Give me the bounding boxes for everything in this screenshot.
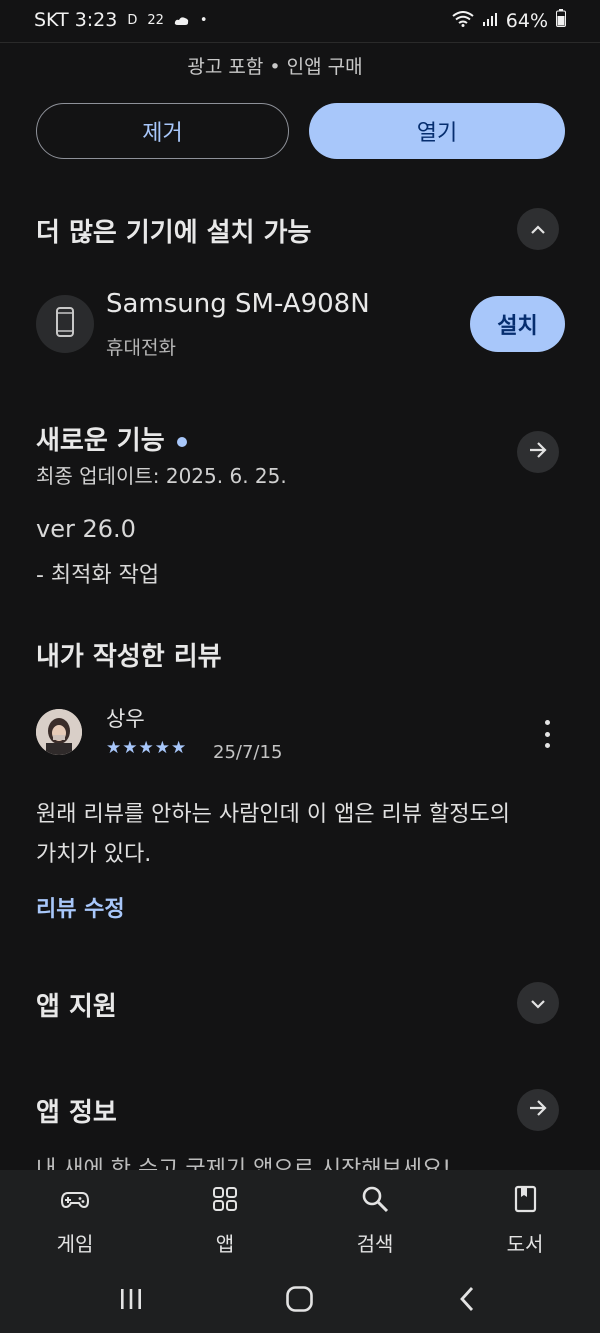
app-support-title: 앱 지원 — [36, 992, 117, 1022]
app-info-preview-text: 내 새에 한 수고 국제기 앱으로 시작해보세요! — [36, 1157, 452, 1170]
open-button[interactable]: 열기 — [309, 103, 565, 159]
indicator-22: 22 — [147, 12, 164, 28]
recent-apps-icon[interactable] — [118, 1287, 144, 1315]
app-info-title: 앱 정보 — [36, 1098, 117, 1128]
app-support-expand-button[interactable] — [517, 982, 559, 1024]
gamepad-icon — [60, 1184, 90, 1214]
last-updated: 최종 업데이트: 2025. 6. 25. — [36, 464, 287, 488]
apps-grid-icon — [210, 1184, 240, 1214]
home-icon[interactable] — [285, 1285, 315, 1317]
app-info-arrow-button[interactable] — [517, 1089, 559, 1131]
whats-new-label: 새로운 기능 — [36, 426, 165, 456]
device-icon-wrapper — [36, 295, 94, 353]
cloud-icon — [174, 9, 190, 31]
new-dot-indicator — [176, 436, 187, 447]
battery-level: 64% — [505, 9, 548, 32]
nav-games-label: 게임 — [56, 1232, 94, 1256]
device-type: 휴대전화 — [106, 337, 176, 359]
devices-section-title: 더 많은 기기에 설치 가능 — [36, 218, 312, 248]
install-button[interactable]: 설치 — [470, 296, 565, 352]
status-left: SKT 3:23 D 22 • — [34, 9, 208, 31]
nav-books[interactable]: 도서 — [450, 1170, 600, 1265]
system-navigation-bar — [0, 1265, 600, 1333]
bottom-navigation: 게임 앱 검색 도서 — [0, 1170, 600, 1265]
nav-search[interactable]: 검색 — [300, 1170, 450, 1265]
more-options-icon[interactable] — [534, 720, 560, 748]
reviewer-name: 상우 — [106, 707, 145, 731]
version-text: ver 26.0 — [36, 515, 136, 543]
collapse-button[interactable] — [517, 208, 559, 250]
arrow-right-icon — [528, 1099, 548, 1121]
whats-new-title: 새로운 기능 — [36, 420, 187, 457]
top-divider — [0, 42, 600, 43]
search-icon — [360, 1184, 390, 1214]
d-indicator: D — [127, 12, 138, 28]
status-right: 64% — [452, 9, 566, 32]
update-note: - 최적화 작업 — [36, 563, 160, 588]
signal-icon — [482, 10, 498, 32]
avatar — [36, 709, 82, 755]
nav-books-label: 도서 — [506, 1232, 544, 1256]
notification-dot: • — [199, 12, 208, 28]
arrow-right-icon — [528, 441, 548, 463]
carrier-time: SKT 3:23 — [34, 9, 118, 31]
nav-apps[interactable]: 앱 — [150, 1170, 300, 1265]
nav-games[interactable]: 게임 — [0, 1170, 150, 1265]
chevron-up-icon — [530, 220, 546, 239]
battery-icon — [556, 9, 566, 32]
nav-search-label: 검색 — [356, 1232, 394, 1256]
status-bar: SKT 3:23 D 22 • 64% — [0, 0, 600, 42]
phone-icon — [55, 307, 75, 341]
review-date: 25/7/15 — [213, 742, 283, 763]
star-rating: ★★★★★ — [106, 738, 188, 758]
whats-new-arrow-button[interactable] — [517, 431, 559, 473]
book-icon — [510, 1184, 540, 1214]
review-body: 원래 리뷰를 안하는 사람인데 이 앱은 리뷰 할정도의 가치가 있다. — [36, 802, 510, 867]
wifi-icon — [452, 10, 474, 32]
back-icon[interactable] — [458, 1285, 476, 1317]
nav-apps-label: 앱 — [215, 1232, 235, 1256]
app-meta-subtitle: 광고 포함 • 인앱 구매 — [187, 56, 363, 78]
my-review-title: 내가 작성한 리뷰 — [36, 642, 222, 672]
uninstall-button[interactable]: 제거 — [36, 103, 289, 159]
chevron-down-icon — [530, 994, 546, 1013]
device-name: Samsung SM-A908N — [106, 289, 370, 319]
edit-review-link[interactable]: 리뷰 수정 — [36, 891, 125, 923]
